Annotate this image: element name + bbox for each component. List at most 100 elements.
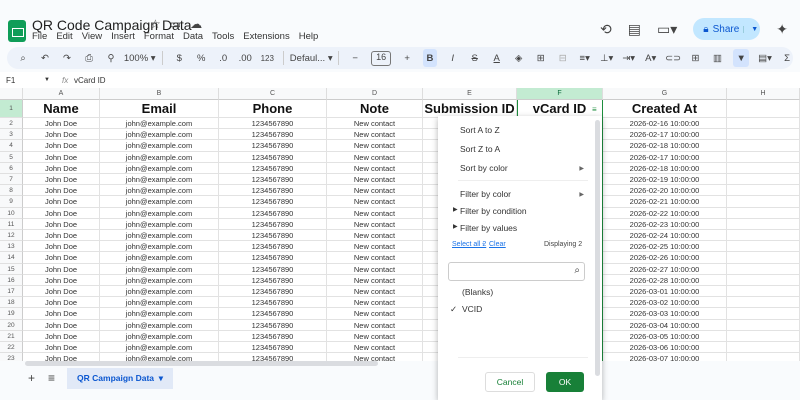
row-header[interactable]: 19	[0, 308, 23, 320]
share-button[interactable]: 🔒︎ Share ▼	[693, 18, 761, 40]
table-cell[interactable]: 2026-02-24 10:00:00	[603, 230, 727, 242]
sort-a-z[interactable]: Sort A to Z	[460, 125, 500, 135]
table-cell[interactable]: New contact	[327, 162, 423, 174]
table-cell[interactable]: john@example.com	[100, 118, 219, 130]
menu-scrollbar[interactable]	[595, 120, 600, 376]
print-icon[interactable]: ⎙	[83, 49, 95, 67]
table-cell[interactable]: John Doe	[23, 185, 100, 197]
row-header[interactable]: 7	[0, 174, 23, 186]
table-cell[interactable]: New contact	[327, 342, 423, 354]
column-header-g[interactable]: G	[603, 88, 727, 100]
table-cell[interactable]: New contact	[327, 330, 423, 342]
table-cell[interactable]: 1234567890	[219, 218, 327, 230]
ok-button[interactable]: OK	[546, 372, 584, 392]
table-cell[interactable]	[727, 230, 800, 242]
table-cell[interactable]: 2026-02-20 10:00:00	[603, 185, 727, 197]
table-cell[interactable]: New contact	[327, 286, 423, 298]
table-cell[interactable]: New contact	[327, 319, 423, 331]
menu-insert[interactable]: Insert	[111, 31, 135, 42]
filter-value-item[interactable]: ✓ VCID	[450, 304, 482, 314]
more-formats-button[interactable]: 123	[261, 49, 274, 67]
table-cell[interactable]: 1234567890	[219, 151, 327, 163]
bold-button[interactable]: B	[423, 49, 437, 67]
filter-button-icon[interactable]: ≡	[592, 105, 597, 114]
column-header-b[interactable]: B	[100, 88, 219, 100]
table-cell[interactable]: John Doe	[23, 207, 100, 219]
cloud-status-icon[interactable]: ☁	[190, 17, 202, 31]
functions-button[interactable]: Σ	[781, 49, 793, 67]
wrap-icon[interactable]: ⇥▾	[622, 49, 635, 67]
table-cell[interactable]: 1234567890	[219, 252, 327, 264]
row-header[interactable]: 1	[0, 100, 23, 118]
table-cell[interactable]: 1234567890	[219, 129, 327, 141]
menu-extensions[interactable]: Extensions	[243, 31, 289, 42]
header-cell[interactable]	[727, 100, 800, 118]
italic-button[interactable]: I	[447, 49, 459, 67]
font-size-input[interactable]: 16	[371, 50, 392, 66]
row-header[interactable]: 14	[0, 252, 23, 264]
table-cell[interactable]: 2026-02-28 10:00:00	[603, 274, 727, 286]
column-header-c[interactable]: C	[219, 88, 327, 100]
table-cell[interactable]: John Doe	[23, 129, 100, 141]
header-cell[interactable]: Phone	[219, 100, 327, 118]
comment-icon[interactable]: ⊞	[689, 49, 701, 67]
menu-help[interactable]: Help	[299, 31, 319, 42]
table-cell[interactable]: 1234567890	[219, 230, 327, 242]
filter-value-item[interactable]: (Blanks)	[462, 287, 493, 297]
chart-icon[interactable]: ▥	[711, 49, 723, 67]
table-cell[interactable]: John Doe	[23, 162, 100, 174]
table-cell[interactable]: john@example.com	[100, 274, 219, 286]
table-cell[interactable]	[727, 342, 800, 354]
row-header[interactable]: 13	[0, 241, 23, 253]
sheet-tab[interactable]: QR Campaign Data ▾	[67, 367, 174, 389]
table-cell[interactable]: john@example.com	[100, 129, 219, 141]
table-cell[interactable]: New contact	[327, 297, 423, 309]
table-cell[interactable]: John Doe	[23, 241, 100, 253]
table-cell[interactable]: John Doe	[23, 196, 100, 208]
table-cell[interactable]	[727, 308, 800, 320]
table-cell[interactable]	[727, 185, 800, 197]
formula-input[interactable]: vCard ID	[74, 76, 106, 85]
table-cell[interactable]: john@example.com	[100, 319, 219, 331]
table-cell[interactable]: 2026-02-22 10:00:00	[603, 207, 727, 219]
table-cell[interactable]: john@example.com	[100, 162, 219, 174]
table-cell[interactable]: 2026-03-05 10:00:00	[603, 330, 727, 342]
table-cell[interactable]: 2026-03-01 10:00:00	[603, 286, 727, 298]
table-cell[interactable]: New contact	[327, 230, 423, 242]
table-cell[interactable]: 2026-03-07 10:00:00	[603, 353, 727, 361]
table-cell[interactable]: 1234567890	[219, 118, 327, 130]
table-cell[interactable]	[727, 174, 800, 186]
table-cell[interactable]: New contact	[327, 207, 423, 219]
share-dropdown[interactable]: ▼	[743, 25, 765, 33]
table-cell[interactable]: New contact	[327, 353, 423, 361]
meet-icon[interactable]: ▭▾	[657, 21, 677, 38]
table-cell[interactable]: 2026-02-16 10:00:00	[603, 118, 727, 130]
table-cell[interactable]	[727, 151, 800, 163]
add-sheet-icon[interactable]: +	[28, 371, 35, 385]
table-cell[interactable]: New contact	[327, 140, 423, 152]
clear-link[interactable]: Clear	[489, 241, 506, 248]
table-cell[interactable]: 2026-03-03 10:00:00	[603, 308, 727, 320]
table-cell[interactable]: 1234567890	[219, 174, 327, 186]
table-cell[interactable]: 1234567890	[219, 330, 327, 342]
table-cell[interactable]	[727, 274, 800, 286]
table-cell[interactable]: 1234567890	[219, 241, 327, 253]
comments-icon[interactable]: ▤	[628, 21, 641, 38]
select-all-corner[interactable]	[0, 88, 23, 100]
table-cell[interactable]: New contact	[327, 151, 423, 163]
filter-views-icon[interactable]: ▤▾	[758, 49, 772, 67]
table-cell[interactable]: John Doe	[23, 263, 100, 275]
borders-icon[interactable]: ⊞	[535, 49, 547, 67]
row-header[interactable]: 17	[0, 286, 23, 298]
table-cell[interactable]: New contact	[327, 274, 423, 286]
column-header-a[interactable]: A	[23, 88, 100, 100]
fill-color-icon[interactable]: ◈	[513, 49, 525, 67]
cancel-button[interactable]: Cancel	[485, 372, 535, 392]
redo-icon[interactable]: ↷	[61, 49, 73, 67]
header-cell[interactable]: Email	[100, 100, 219, 118]
history-icon[interactable]: ⟲	[600, 21, 612, 38]
table-cell[interactable]: 1234567890	[219, 286, 327, 298]
rotate-icon[interactable]: A▾	[645, 49, 657, 67]
table-cell[interactable]: 2026-02-21 10:00:00	[603, 196, 727, 208]
menu-tools[interactable]: Tools	[212, 31, 234, 42]
